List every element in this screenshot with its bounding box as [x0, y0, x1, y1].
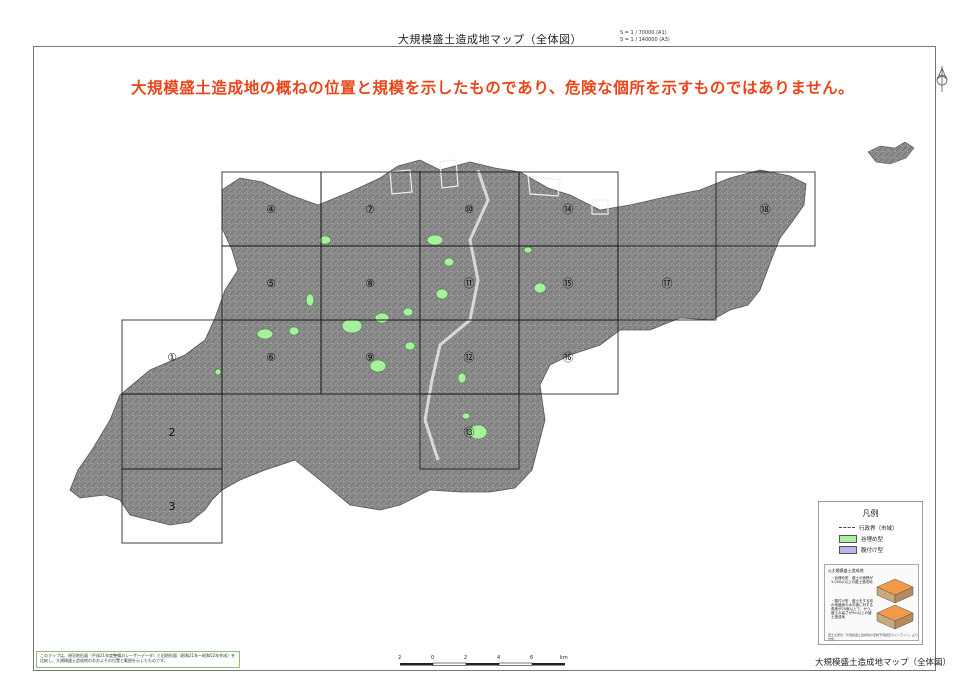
legend-detail-type2: ・腹付け型 盛土をする前の地盤面の水平面に対する角度が20度以上で、かつ、盛土の… — [831, 599, 874, 619]
boundary-line-icon — [839, 527, 855, 528]
valley-fill-swatch — [839, 534, 857, 543]
scale-tick: 2 — [464, 655, 468, 661]
scale-tick: 4 — [497, 655, 501, 661]
grid-label: ⑰ — [662, 277, 673, 290]
scale-tick: 2 — [398, 655, 402, 661]
grid-label: ⑪ — [464, 277, 475, 290]
grid-label: ⑯ — [563, 351, 574, 364]
source-note: このマップは、現況地形図（平成21年度整備のレーザーデータ）と旧地形図（昭和21… — [36, 651, 240, 668]
grid-label: ⑬ — [464, 426, 475, 439]
scale-tick: 0 — [431, 655, 435, 661]
grid-label: ⑫ — [464, 351, 475, 364]
grid-label: ① — [167, 351, 177, 364]
legend-item-side-fill: 腹付け型 — [839, 545, 884, 554]
grid-label: ⑧ — [365, 277, 375, 290]
scale-bar: 2 0 2 4 6 km — [398, 655, 580, 675]
legend-title: 凡例 — [862, 509, 879, 518]
legend-item-valley-fill: 谷埋め型 — [839, 534, 884, 543]
scale-bar-graphic — [400, 662, 565, 666]
grid-label: ⑭ — [563, 203, 574, 216]
city-landmass — [69, 159, 807, 526]
legend-detail-type1: ・谷埋め型 盛土の面積が3,000㎡以上の盛土造成地 — [831, 576, 873, 584]
north-arrow-icon — [936, 66, 948, 92]
scale-unit: km — [560, 655, 568, 661]
legend-detail-heading: ◎大規模盛土造成地 — [828, 568, 864, 573]
island — [867, 141, 915, 165]
legend-label: 谷埋め型 — [861, 536, 884, 543]
map-sheet: 大規模盛土造成地マップ（全体図） S = 1 / 70000 (A1) S = … — [0, 0, 970, 686]
grid-label: ⑨ — [365, 351, 375, 364]
fill-type-diagram — [876, 578, 914, 630]
legend-item-boundary: 行政界（市域） — [839, 524, 898, 532]
grid-label: ⑩ — [464, 203, 474, 216]
grid-label: ⑦ — [365, 203, 375, 216]
grid-label: ⑱ — [760, 203, 771, 216]
bottom-title: 大規模盛土造成地マップ（全体図） — [815, 658, 952, 668]
grid-label: 3 — [169, 500, 176, 513]
grid-label: ④ — [266, 203, 276, 216]
legend: 凡例 行政界（市域） 谷埋め型 腹付け型 ◎大規模盛土造成地 ・谷埋め型 盛土の… — [818, 501, 923, 645]
legend-detail-box: ◎大規模盛土造成地 ・谷埋め型 盛土の面積が3,000㎡以上の盛土造成地 ・腹付… — [824, 564, 919, 641]
scale-tick: 6 — [530, 655, 534, 661]
side-fill-swatch — [839, 545, 857, 554]
grid-label: ⑤ — [266, 277, 276, 290]
grid-label: ⑮ — [563, 277, 574, 290]
grid-label: 2 — [169, 426, 176, 439]
legend-label: 行政界（市域） — [859, 525, 898, 532]
grid-label: ⑥ — [266, 351, 276, 364]
legend-label: 腹付け型 — [861, 547, 884, 554]
legend-detail-footer: 国土交通省「大規模盛土造成地の変動予測調査ガイドライン」より作成 — [828, 633, 918, 641]
warning-text: 大規模盛土造成地の概ねの位置と規模を示したものであり、危険な個所を示すものではあ… — [131, 79, 855, 97]
